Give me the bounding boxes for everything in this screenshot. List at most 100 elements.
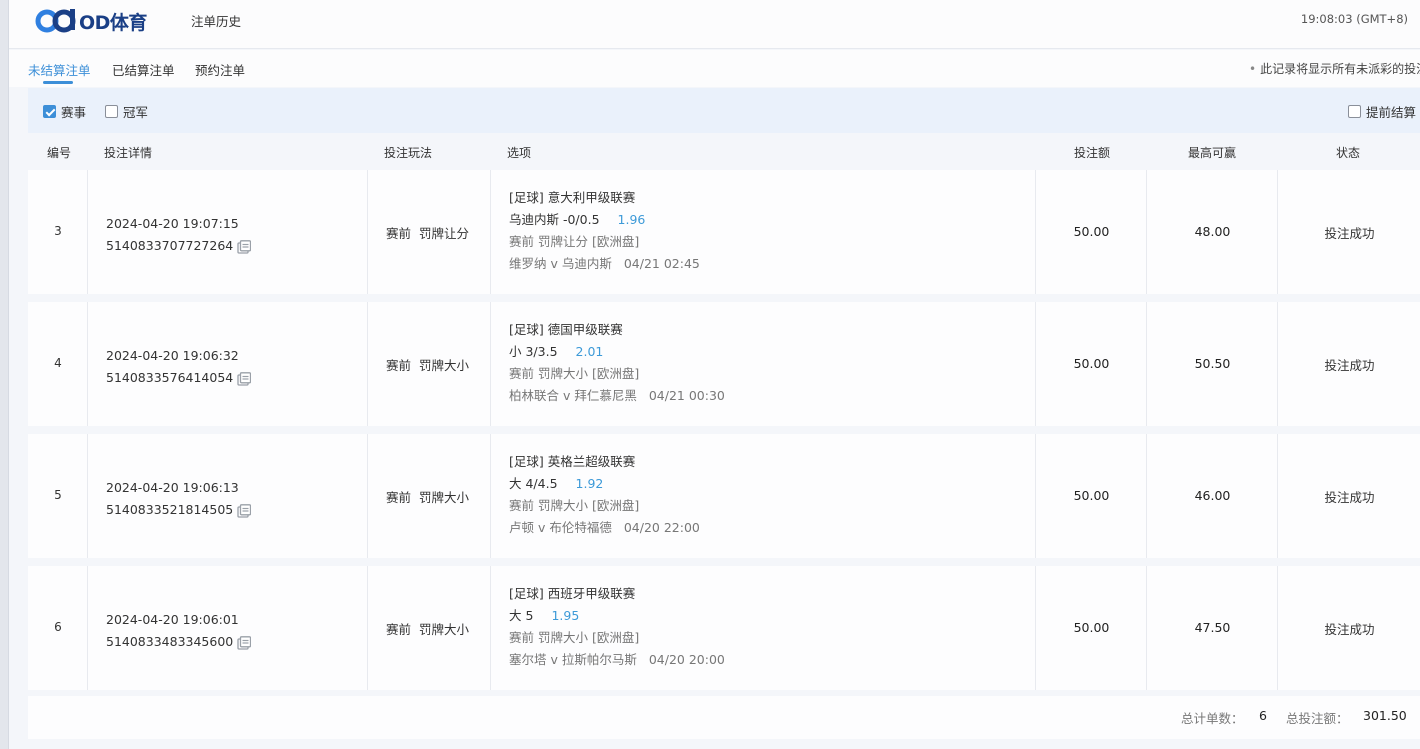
- total-count: 6: [1259, 708, 1267, 723]
- page-title: 注单历史: [191, 14, 242, 29]
- copy-icon[interactable]: [237, 635, 252, 650]
- selection: 小 3/3.5: [509, 344, 558, 359]
- table-header: 编号 投注详情 投注玩法 选项 投注额 最高可赢 状态: [28, 134, 1420, 170]
- league: [足球] 德国甲级联赛: [509, 322, 623, 337]
- match-time: 04/21 00:30: [648, 388, 725, 403]
- bet-status: 投注成功: [1324, 490, 1375, 505]
- checkbox-icon: [105, 105, 118, 118]
- tab-bar: 未结算注单 已结算注单 预约注单 • 此记录将显示所有未派彩的投注: [9, 50, 1420, 87]
- summary-footer: 总计单数： 6 总投注额： 301.50: [28, 696, 1420, 739]
- col-max-win: 最高可赢: [1188, 146, 1237, 160]
- bet-no: 6: [54, 620, 62, 634]
- tab-reserved[interactable]: 预约注单: [195, 60, 245, 79]
- market-type: 赛前 罚牌让分 [欧洲盘]: [509, 234, 640, 249]
- col-status: 状态: [1336, 146, 1361, 160]
- bet-amount: 50.00: [1073, 620, 1110, 635]
- match-teams: 维罗纳 v 乌迪内斯: [509, 256, 612, 271]
- bet-id: 5140833483345600: [106, 634, 234, 649]
- col-option: 选项: [507, 146, 532, 160]
- clock: 19:08:03 (GMT+8): [1300, 12, 1408, 26]
- odds: 2.01: [575, 344, 604, 359]
- left-edge: [0, 0, 9, 749]
- active-tab-indicator: [43, 81, 73, 84]
- filter-early-settle-checkbox[interactable]: 提前结算: [1348, 102, 1416, 121]
- col-amount: 投注额: [1074, 146, 1111, 160]
- checkbox-checked-icon: [43, 105, 56, 118]
- market-type: 赛前 罚牌大小 [欧洲盘]: [509, 498, 640, 513]
- total-amount-label: 总投注额：: [1286, 711, 1349, 726]
- play-type: 赛前 罚牌大小: [386, 622, 469, 637]
- odds: 1.92: [575, 476, 604, 491]
- league: [足球] 意大利甲级联赛: [509, 190, 636, 205]
- col-detail: 投注详情: [104, 146, 153, 160]
- bet-option: [足球] 德国甲级联赛 小 3/3.5 2.01 赛前 罚牌大小 [欧洲盘] 柏林…: [509, 319, 725, 407]
- bet-no: 5: [54, 488, 62, 502]
- bet-amount: 50.00: [1073, 356, 1110, 371]
- checkbox-icon: [1348, 105, 1361, 118]
- match-time: 04/20 20:00: [648, 652, 725, 667]
- app-window: OD体育 注单历史 19:08:03 (GMT+8) 未结算注单 已结算注单 预…: [9, 0, 1420, 749]
- tab-unsettled[interactable]: 未结算注单: [28, 60, 91, 79]
- top-bar: OD体育 注单历史 19:08:03 (GMT+8): [9, 0, 1420, 49]
- table-row[interactable]: 4 2024-04-20 19:06:32 5140833576414054 赛…: [28, 302, 1420, 426]
- bet-id: 5140833707727264: [106, 238, 234, 253]
- bet-datetime: 2024-04-20 19:07:15: [106, 216, 239, 231]
- odds: 1.96: [617, 212, 646, 227]
- bet-amount: 50.00: [1073, 488, 1110, 503]
- bet-detail: 2024-04-20 19:07:15 5140833707727264: [106, 213, 252, 257]
- bet-detail: 2024-04-20 19:06:32 5140833576414054: [106, 345, 252, 389]
- match-time: 04/20 22:00: [623, 520, 700, 535]
- filter-bar: 赛事 冠军 提前结算: [28, 88, 1420, 133]
- col-no: 编号: [47, 146, 72, 160]
- bet-datetime: 2024-04-20 19:06:13: [106, 480, 239, 495]
- od-logo-icon: [35, 9, 76, 33]
- match-time: 04/21 02:45: [623, 256, 700, 271]
- logo-text: OD体育: [79, 11, 147, 34]
- selection: 乌迪内斯 -0/0.5: [509, 212, 600, 227]
- bullet-icon: •: [1249, 62, 1257, 76]
- selection: 大 5: [509, 608, 534, 623]
- league: [足球] 英格兰超级联赛: [509, 454, 636, 469]
- table-row[interactable]: 3 2024-04-20 19:07:15 5140833707727264 赛…: [28, 170, 1420, 294]
- bet-datetime: 2024-04-20 19:06:01: [106, 612, 239, 627]
- bet-option: [足球] 西班牙甲级联赛 大 5 1.95 赛前 罚牌大小 [欧洲盘] 塞尔塔 v…: [509, 583, 725, 671]
- copy-icon[interactable]: [237, 503, 252, 518]
- filter-champion-checkbox[interactable]: 冠军: [105, 102, 148, 121]
- bet-datetime: 2024-04-20 19:06:32: [106, 348, 239, 363]
- bet-no: 4: [54, 356, 62, 370]
- max-win: 48.00: [1194, 224, 1231, 239]
- total-count-label: 总计单数：: [1181, 711, 1244, 726]
- max-win: 47.50: [1194, 620, 1231, 635]
- play-type: 赛前 罚牌让分: [386, 226, 469, 241]
- col-play: 投注玩法: [384, 146, 433, 160]
- notice-text: • 此记录将显示所有未派彩的投注: [1249, 62, 1420, 76]
- logo[interactable]: OD体育: [34, 6, 147, 36]
- market-type: 赛前 罚牌大小 [欧洲盘]: [509, 630, 640, 645]
- bet-id: 5140833576414054: [106, 370, 234, 385]
- market-type: 赛前 罚牌大小 [欧洲盘]: [509, 366, 640, 381]
- bet-id: 5140833521814505: [106, 502, 234, 517]
- bet-detail: 2024-04-20 19:06:01 5140833483345600: [106, 609, 252, 653]
- copy-icon[interactable]: [237, 371, 252, 386]
- play-type: 赛前 罚牌大小: [386, 358, 469, 373]
- selection: 大 4/4.5: [509, 476, 558, 491]
- match-teams: 柏林联合 v 拜仁慕尼黑: [509, 388, 637, 403]
- tab-settled[interactable]: 已结算注单: [112, 60, 175, 79]
- match-teams: 卢顿 v 布伦特福德: [509, 520, 612, 535]
- bet-amount: 50.00: [1073, 224, 1110, 239]
- league: [足球] 西班牙甲级联赛: [509, 586, 636, 601]
- copy-icon[interactable]: [237, 239, 252, 254]
- bet-option: [足球] 英格兰超级联赛 大 4/4.5 1.92 赛前 罚牌大小 [欧洲盘] 卢…: [509, 451, 700, 539]
- bet-status: 投注成功: [1324, 226, 1375, 241]
- match-teams: 塞尔塔 v 拉斯帕尔马斯: [509, 652, 637, 667]
- filter-event-checkbox[interactable]: 赛事: [43, 102, 86, 121]
- max-win: 46.00: [1194, 488, 1231, 503]
- total-amount: 301.50: [1363, 708, 1407, 723]
- bet-no: 3: [54, 224, 62, 238]
- table-row[interactable]: 5 2024-04-20 19:06:13 5140833521814505 赛…: [28, 434, 1420, 558]
- bet-status: 投注成功: [1324, 358, 1375, 373]
- table-row[interactable]: 6 2024-04-20 19:06:01 5140833483345600 赛…: [28, 566, 1420, 690]
- bet-option: [足球] 意大利甲级联赛 乌迪内斯 -0/0.5 1.96 赛前 罚牌让分 [欧洲…: [509, 187, 700, 275]
- play-type: 赛前 罚牌大小: [386, 490, 469, 505]
- bet-detail: 2024-04-20 19:06:13 5140833521814505: [106, 477, 252, 521]
